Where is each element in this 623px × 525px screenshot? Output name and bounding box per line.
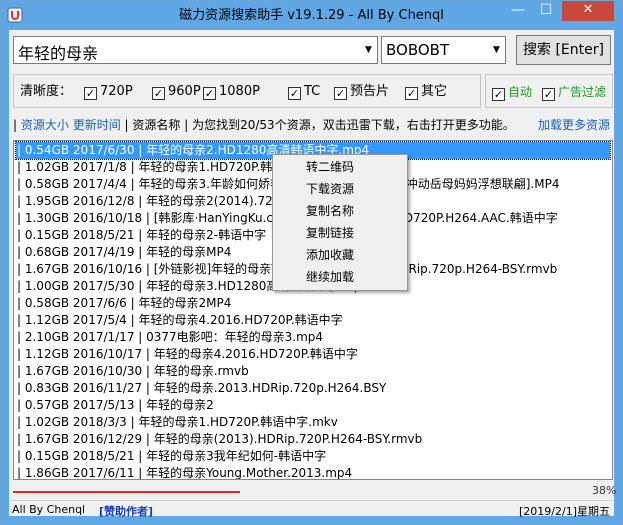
resolution-filter-group: 清晰度： ✓ 720P ✓ 960P ✓ 1080P ✓ TC ✓ 预告片 ✓ 其它 bbox=[13, 74, 481, 108]
status-author: All By Chenql bbox=[12, 503, 86, 516]
list-item[interactable]: | 1.12GB 2017/5/4 | 年轻的母亲4.2016.HD720P.韩… bbox=[16, 312, 610, 329]
checkbox-960p[interactable]: ✓ 960P bbox=[152, 83, 201, 101]
menu-item-qr-code[interactable]: 转二维码 bbox=[273, 156, 407, 178]
minimize-button[interactable]: — bbox=[505, 1, 531, 21]
menu-item-load-more[interactable]: 继续加载 bbox=[273, 266, 407, 288]
load-more-link[interactable]: 加载更多资源 bbox=[538, 116, 610, 134]
check-icon: ✓ bbox=[288, 87, 301, 100]
checkbox-ad-filter[interactable]: ✓ 广告过滤 bbox=[542, 83, 606, 101]
checkbox-trailer-label: 预告片 bbox=[350, 84, 390, 99]
check-icon: ✓ bbox=[152, 87, 165, 100]
menu-item-download[interactable]: 下载资源 bbox=[273, 178, 407, 200]
engine-select[interactable]: BOBOBT ▼ bbox=[381, 36, 506, 64]
checkbox-ad-filter-label: 广告过滤 bbox=[558, 85, 607, 99]
sort-by-size-link[interactable]: 资源大小 bbox=[21, 118, 69, 132]
engine-selected-value: BOBOBT bbox=[386, 41, 450, 59]
context-menu: 转二维码 下载资源 复制名称 复制链接 添加收藏 继续加载 bbox=[272, 154, 408, 291]
search-query-text: 年轻的母亲 bbox=[18, 44, 99, 63]
check-icon: ✓ bbox=[84, 87, 97, 100]
list-item[interactable]: | 0.83GB 2016/11/27 | 年轻的母亲.2013.HDRip.7… bbox=[16, 380, 610, 397]
window-frame-left bbox=[1, 30, 9, 524]
options-group: ✓ 自动 ✓ 广告过滤 bbox=[485, 74, 613, 108]
checkbox-960p-label: 960P bbox=[168, 84, 201, 99]
sort-by-name-link[interactable]: 资源名称 bbox=[132, 118, 180, 132]
close-button[interactable]: ✕ bbox=[562, 1, 614, 21]
menu-item-copy-name[interactable]: 复制名称 bbox=[273, 200, 407, 222]
check-icon: ✓ bbox=[334, 87, 347, 100]
title-bar[interactable]: 磁力资源搜索助手 v19.1.29 - All By Chenql — ☐ ✕ bbox=[1, 1, 622, 30]
checkbox-720p[interactable]: ✓ 720P bbox=[84, 83, 133, 101]
list-item[interactable]: | 1.67GB 2016/12/29 | 年轻的母亲(2013).HDRip.… bbox=[16, 431, 610, 448]
progress-percent: 38% bbox=[592, 484, 617, 497]
list-item[interactable]: | 1.12GB 2016/10/17 | 年轻的母亲4.2016.HD720P… bbox=[16, 346, 610, 363]
list-item[interactable]: | 0.58GB 2017/6/6 | 年轻的母亲2MP4 bbox=[16, 295, 610, 312]
window-frame-right bbox=[614, 30, 622, 524]
check-icon: ✓ bbox=[492, 88, 505, 101]
list-item[interactable]: | 0.15GB 2018/5/21 | 年轻的母亲3我年纪如何-韩语中字 bbox=[16, 448, 610, 465]
checkbox-tc[interactable]: ✓ TC bbox=[288, 83, 320, 101]
sort-by-time-link[interactable]: 更新时间 bbox=[73, 118, 121, 132]
divider bbox=[9, 500, 614, 501]
checkbox-other-label: 其它 bbox=[421, 84, 448, 99]
checkbox-1080p[interactable]: ✓ 1080P bbox=[203, 83, 260, 101]
checkbox-tc-label: TC bbox=[304, 84, 321, 99]
result-message: 为您找到20/53个资源，双击迅雷下载，右击打开更多功能。 bbox=[192, 118, 515, 132]
separator: | bbox=[13, 118, 21, 132]
list-item[interactable]: | 2.10GB 2017/1/17 | 0377电影吧：年轻的母亲3.mp4 bbox=[16, 329, 610, 346]
checkbox-1080p-label: 1080P bbox=[219, 84, 260, 99]
separator: | bbox=[184, 118, 193, 132]
app-window: 磁力资源搜索助手 v19.1.29 - All By Chenql — ☐ ✕ … bbox=[0, 0, 623, 525]
resolution-label: 清晰度： bbox=[20, 84, 73, 99]
info-bar: | 资源大小 更新时间 | 资源名称 | 为您找到20/53个资源，双击迅雷下载… bbox=[13, 116, 611, 134]
search-history-dropdown-icon[interactable]: ▼ bbox=[359, 37, 377, 63]
menu-item-add-favorite[interactable]: 添加收藏 bbox=[273, 244, 407, 266]
list-item[interactable]: | 1.86GB 2017/6/11 | 年轻的母亲Young.Mother.2… bbox=[16, 465, 610, 479]
search-input[interactable]: 年轻的母亲 ▼ bbox=[13, 36, 378, 64]
progress-bar-fill bbox=[13, 491, 240, 493]
search-button[interactable]: 搜索 [Enter] bbox=[516, 35, 611, 65]
checkbox-trailer[interactable]: ✓ 预告片 bbox=[334, 83, 389, 101]
checkbox-720p-label: 720P bbox=[100, 84, 133, 99]
check-icon: ✓ bbox=[203, 87, 216, 100]
status-date: [2019/2/1]星期五 bbox=[519, 505, 610, 518]
sponsor-link[interactable]: [赞助作者] bbox=[99, 503, 153, 519]
list-item[interactable]: | 1.02GB 2018/3/3 | 年轻的母亲1.HD720P.韩语中字.m… bbox=[16, 414, 610, 431]
maximize-button[interactable]: ☐ bbox=[533, 1, 559, 21]
check-icon: ✓ bbox=[405, 87, 418, 100]
list-item[interactable]: | 0.57GB 2017/5/13 | 年轻的母亲2 bbox=[16, 397, 610, 414]
engine-dropdown-icon[interactable]: ▼ bbox=[487, 37, 505, 63]
check-icon: ✓ bbox=[542, 88, 555, 101]
checkbox-other[interactable]: ✓ 其它 bbox=[405, 83, 447, 101]
checkbox-auto-label: 自动 bbox=[508, 85, 533, 99]
checkbox-auto[interactable]: ✓ 自动 bbox=[492, 83, 532, 101]
list-item[interactable]: | 1.67GB 2016/10/30 | 年轻的母亲.rmvb bbox=[16, 363, 610, 380]
status-bar: All By Chenql [赞助作者] [2019/2/1]星期五 bbox=[9, 500, 614, 519]
menu-item-copy-link[interactable]: 复制链接 bbox=[273, 222, 407, 244]
